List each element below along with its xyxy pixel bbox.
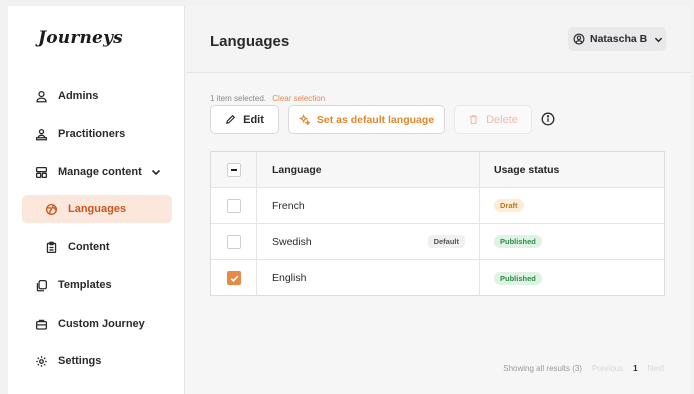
app-frame: Journeys Admins Practitioners Manage con… (8, 6, 690, 394)
row-checkbox[interactable] (226, 271, 241, 285)
sidebar-item-content[interactable]: Content (22, 233, 172, 261)
sidebar: Journeys Admins Practitioners Manage con… (8, 6, 185, 394)
checkmark-icon (230, 275, 238, 282)
row-checkbox[interactable] (226, 234, 241, 249)
sidebar-item-label: Settings (58, 355, 102, 367)
user-menu-button[interactable]: Natascha B (568, 27, 666, 51)
copy-icon (34, 278, 48, 292)
select-all-checkbox[interactable] (226, 162, 241, 177)
page-title: Languages (210, 33, 290, 50)
table-row[interactable]: French Draft (211, 188, 664, 224)
languages-table: Language Usage status French Draft Swedi… (210, 151, 665, 296)
table-row[interactable]: English Published (211, 260, 664, 296)
pencil-icon (226, 114, 236, 124)
briefcase-icon (34, 317, 48, 331)
status-badge: Draft (494, 199, 524, 212)
results-summary: Showing all results (3) (503, 364, 582, 373)
sidebar-item-manage-content[interactable]: Manage content (22, 158, 172, 186)
main-content: Languages Natascha B 1 item selected. Cl… (186, 6, 690, 394)
sparkle-icon (298, 114, 310, 125)
users-icon (34, 127, 48, 141)
selection-info: 1 item selected. Clear selection (210, 94, 325, 103)
current-page[interactable]: 1 (633, 364, 637, 373)
column-header-status[interactable]: Usage status (480, 152, 664, 187)
trash-icon (469, 115, 478, 125)
edit-button[interactable]: Edit (210, 105, 279, 134)
language-name: Swedish (272, 235, 312, 248)
sidebar-item-label: Practitioners (58, 128, 126, 140)
sidebar-item-settings[interactable]: Settings (22, 347, 172, 375)
selection-count: 1 item selected. (210, 94, 267, 103)
pagination: Showing all results (3) Previous 1 Next (503, 364, 664, 373)
user-icon (34, 89, 48, 103)
user-name: Natascha B (590, 33, 648, 45)
column-header-language[interactable]: Language (257, 152, 480, 187)
clear-selection-link[interactable]: Clear selection (272, 94, 325, 103)
app-logo: Journeys (38, 28, 123, 48)
sidebar-item-practitioners[interactable]: Practitioners (22, 120, 172, 148)
sidebar-item-label: Manage content (58, 166, 142, 178)
delete-button[interactable]: Delete (454, 105, 532, 134)
table-header-row: Language Usage status (211, 152, 664, 188)
language-name: French (272, 199, 305, 212)
status-badge: Published (494, 235, 542, 248)
sidebar-item-label: Admins (58, 90, 99, 102)
sidebar-item-label: Custom Journey (58, 318, 145, 330)
clipboard-icon (44, 240, 58, 254)
sidebar-item-custom-journey[interactable]: Custom Journey (22, 310, 172, 338)
layout-icon (34, 165, 48, 179)
globe-icon (44, 202, 58, 216)
gear-icon (34, 354, 48, 368)
previous-page-button[interactable]: Previous (592, 364, 623, 373)
chevron-down-icon (151, 169, 160, 176)
sidebar-item-label: Templates (58, 279, 112, 291)
language-name: English (272, 272, 307, 284)
sidebar-item-templates[interactable]: Templates (22, 271, 172, 299)
row-checkbox[interactable] (226, 198, 241, 213)
sidebar-item-label: Content (68, 241, 110, 253)
table-row[interactable]: Swedish Default Published (211, 224, 664, 260)
set-default-language-button[interactable]: Set as default language (288, 105, 445, 134)
info-icon[interactable] (541, 112, 555, 126)
status-badge: Published (494, 271, 542, 285)
sidebar-item-label: Languages (68, 203, 127, 215)
sidebar-item-admins[interactable]: Admins (22, 82, 172, 110)
default-badge: Default (427, 235, 465, 248)
chevron-down-icon (655, 37, 663, 42)
select-all-cell (211, 152, 257, 187)
top-bar: Languages Natascha B (186, 6, 690, 73)
next-page-button[interactable]: Next (648, 364, 664, 373)
sidebar-item-languages[interactable]: Languages (22, 195, 172, 223)
user-circle-icon (573, 33, 585, 45)
